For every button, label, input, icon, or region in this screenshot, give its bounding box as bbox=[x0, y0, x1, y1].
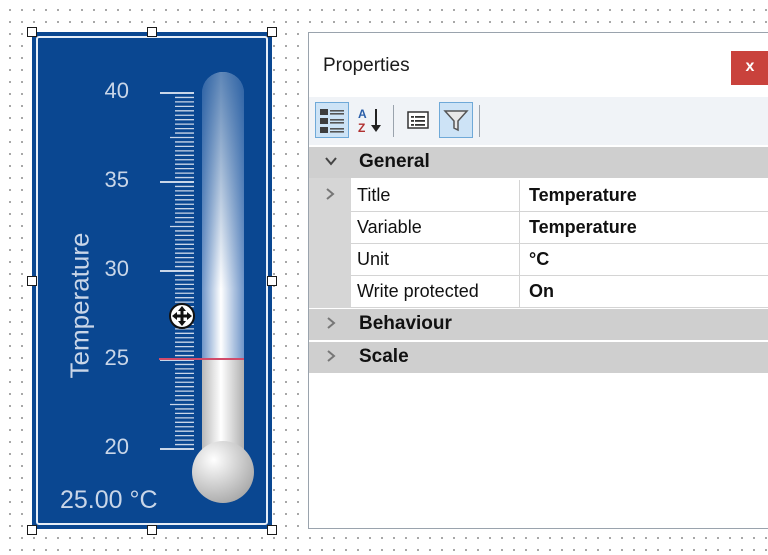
property-row-write-protected[interactable]: Write protected On bbox=[351, 276, 768, 308]
thermometer-title: Temperature bbox=[64, 232, 95, 379]
column-divider bbox=[519, 244, 520, 276]
property-name: Variable bbox=[357, 217, 422, 237]
resize-handle-left[interactable] bbox=[27, 276, 37, 286]
chevron-right-icon[interactable] bbox=[323, 187, 337, 201]
toolbar-separator bbox=[479, 105, 480, 137]
category-general[interactable]: General bbox=[309, 147, 768, 178]
panel-title: Properties bbox=[323, 55, 410, 76]
filter-button[interactable] bbox=[439, 102, 473, 138]
property-row-unit[interactable]: Unit °C bbox=[351, 244, 768, 276]
categorized-view-button[interactable] bbox=[315, 102, 349, 138]
scale-label-35: 35 bbox=[104, 167, 129, 192]
scale-ticks bbox=[160, 92, 194, 450]
property-value[interactable]: °C bbox=[529, 249, 549, 270]
alphabetical-sort-icon: A Z bbox=[358, 107, 381, 135]
chevron-right-icon[interactable] bbox=[323, 315, 339, 331]
property-name: Write protected bbox=[357, 281, 479, 301]
alphabetical-view-button[interactable]: A Z bbox=[353, 102, 387, 138]
property-row-title[interactable]: Title Temperature bbox=[351, 180, 768, 212]
property-pages-button[interactable] bbox=[401, 102, 435, 138]
filter-icon bbox=[443, 110, 469, 132]
property-name: Unit bbox=[357, 249, 390, 269]
design-canvas[interactable]: 40 35 30 25 20 Temperature 25.00 °C Prop… bbox=[0, 0, 768, 555]
category-label: Scale bbox=[359, 346, 409, 367]
category-label: Behaviour bbox=[359, 313, 452, 334]
chevron-down-icon[interactable] bbox=[323, 153, 339, 169]
close-button[interactable]: x bbox=[731, 51, 768, 85]
category-scale[interactable]: Scale bbox=[309, 342, 768, 373]
thermometer-bulb bbox=[192, 441, 254, 503]
category-behaviour[interactable]: Behaviour bbox=[309, 309, 768, 340]
resize-handle-bottom-left[interactable] bbox=[27, 525, 37, 535]
property-value[interactable]: Temperature bbox=[529, 217, 637, 238]
resize-handle-bottom[interactable] bbox=[147, 525, 157, 535]
property-toolbar: A Z bbox=[309, 97, 768, 145]
scale-label-20: 20 bbox=[104, 434, 129, 459]
scale-label-40: 40 bbox=[104, 78, 129, 103]
resize-handle-top[interactable] bbox=[147, 27, 157, 37]
resize-handle-top-left[interactable] bbox=[27, 27, 37, 37]
chevron-right-icon[interactable] bbox=[323, 348, 339, 364]
column-divider bbox=[519, 276, 520, 308]
property-name: Title bbox=[357, 185, 391, 205]
temperature-readout: 25.00 °C bbox=[60, 486, 158, 514]
categorized-icon bbox=[320, 109, 344, 133]
column-divider bbox=[519, 212, 520, 244]
svg-text:Z: Z bbox=[358, 121, 365, 135]
svg-text:A: A bbox=[358, 107, 367, 121]
move-cursor-icon[interactable] bbox=[166, 300, 198, 332]
property-value[interactable]: Temperature bbox=[529, 185, 637, 206]
column-divider bbox=[519, 180, 520, 212]
resize-handle-bottom-right[interactable] bbox=[267, 525, 277, 535]
property-pages-icon bbox=[407, 111, 429, 129]
property-row-variable[interactable]: Variable Temperature bbox=[351, 212, 768, 244]
properties-panel: Properties x A Z General Title Temperatu… bbox=[308, 32, 768, 529]
thermometer-widget[interactable]: 40 35 30 25 20 Temperature 25.00 °C bbox=[32, 32, 272, 529]
category-label: General bbox=[359, 151, 430, 172]
toolbar-separator bbox=[393, 105, 394, 137]
resize-handle-top-right[interactable] bbox=[267, 27, 277, 37]
property-value[interactable]: On bbox=[529, 281, 554, 302]
resize-handle-right[interactable] bbox=[267, 276, 277, 286]
